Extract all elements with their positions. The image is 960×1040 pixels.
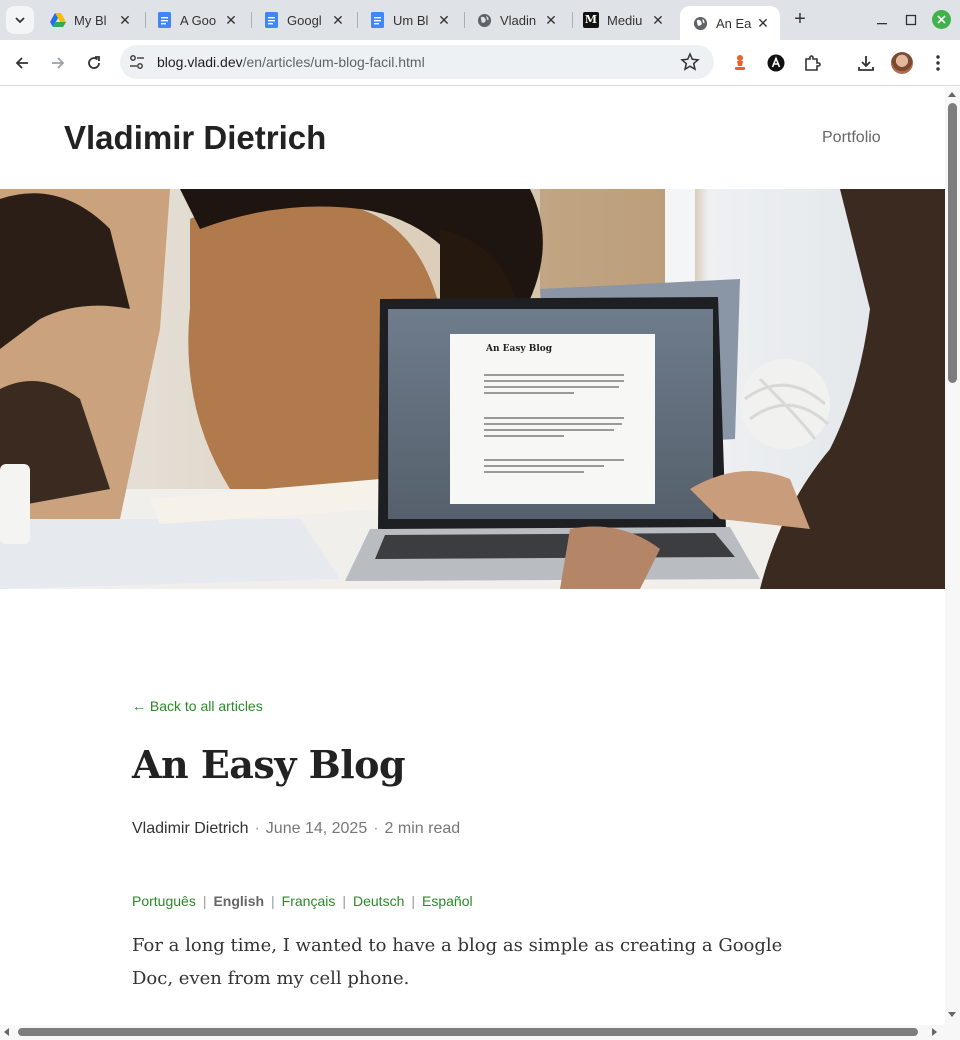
browser-toolbar: blog.vladi.dev/en/articles/um-blog-facil… (0, 40, 960, 86)
new-tab-button[interactable]: + (788, 8, 812, 32)
close-icon (937, 15, 946, 24)
lang-separator: | (342, 893, 346, 909)
scroll-up-arrow[interactable] (948, 92, 956, 97)
close-tab-icon[interactable]: ✕ (329, 11, 347, 29)
google-docs-icon (263, 12, 279, 28)
laptop-doc-title: An Easy Blog (485, 344, 553, 354)
lang-link-french[interactable]: Français (282, 893, 336, 909)
article-meta: Vladimir Dietrich · June 14, 2025 · 2 min re… (132, 820, 460, 838)
lang-link-portuguese[interactable]: Português (132, 893, 196, 909)
tab-um-blog[interactable]: Um Bl ✕ (357, 6, 461, 34)
globe-icon (476, 12, 492, 28)
article-date: June 14, 2025 (265, 820, 368, 837)
site-settings-icon[interactable] (128, 53, 146, 71)
lang-separator: | (202, 893, 207, 909)
tab-title: Googl (287, 12, 322, 28)
scroll-right-arrow[interactable] (932, 1028, 937, 1036)
tab-strip: My Bl ✕ A Goo ✕ Googl ✕ Um Bl ✕ Vladin ✕… (0, 0, 960, 40)
url-path: /en/articles/um-blog-facil.html (242, 54, 425, 70)
tab-google[interactable]: Googl ✕ (251, 6, 355, 34)
vertical-scrollbar[interactable] (945, 87, 960, 1025)
tab-title: Mediu (607, 12, 643, 28)
tab-search-button[interactable] (6, 6, 34, 34)
extension-chess-icon[interactable] (729, 52, 751, 74)
address-bar[interactable]: blog.vladi.dev/en/articles/um-blog-facil… (120, 45, 714, 79)
profile-avatar[interactable] (891, 52, 913, 74)
menu-kebab-icon[interactable] (927, 52, 949, 74)
tab-vladimir[interactable]: Vladin ✕ (464, 6, 568, 34)
arrow-left-icon (15, 57, 28, 69)
lang-current-english: English (213, 893, 265, 909)
article-author: Vladimir Dietrich (132, 820, 249, 837)
lang-separator: | (271, 893, 275, 909)
lang-separator: | (411, 893, 415, 909)
maximize-icon (905, 14, 917, 26)
close-tab-icon[interactable]: ✕ (542, 11, 560, 29)
extension-a-icon[interactable] (765, 52, 787, 74)
hero-image: An Easy Blog (0, 189, 945, 589)
scrollbar-corner (945, 1025, 960, 1040)
meta-separator: · (373, 820, 379, 837)
back-button[interactable] (10, 51, 34, 75)
close-tab-icon[interactable]: ✕ (116, 11, 134, 29)
article-title: An Easy Blog (132, 742, 406, 787)
extensions-puzzle-icon[interactable] (801, 52, 823, 74)
bookmark-star-icon[interactable] (680, 52, 700, 72)
close-window-button[interactable] (932, 10, 951, 29)
google-drive-icon (50, 12, 66, 28)
google-docs-icon (156, 12, 172, 28)
lang-link-german[interactable]: Deutsch (353, 893, 404, 909)
site-title[interactable]: Vladimir Dietrich (64, 119, 326, 157)
reload-icon (88, 56, 100, 69)
tab-title: A Goo (180, 12, 217, 28)
scroll-left-arrow[interactable] (4, 1028, 9, 1036)
medium-icon: M (583, 12, 599, 28)
minimize-button[interactable] (872, 10, 892, 30)
reload-button[interactable] (82, 51, 106, 75)
article-read-time: 2 min read (384, 820, 461, 837)
tab-medium[interactable]: M Mediu ✕ (571, 6, 675, 34)
minimize-icon (877, 23, 887, 25)
tab-title: Um Bl (393, 12, 429, 28)
horizontal-scroll-thumb[interactable] (18, 1028, 918, 1036)
globe-icon (692, 15, 708, 31)
arrow-right-icon (52, 57, 65, 69)
tab-title: My Bl (74, 12, 107, 28)
tab-title: Vladin (500, 12, 537, 28)
close-tab-icon[interactable]: ✕ (435, 11, 453, 29)
vertical-scroll-thumb[interactable] (948, 103, 957, 383)
tab-my-blog[interactable]: My Bl ✕ (38, 6, 142, 34)
chevron-down-icon (15, 17, 25, 24)
hero-photo-illustration: An Easy Blog (0, 189, 945, 589)
maximize-button[interactable] (901, 10, 921, 30)
lang-link-spanish[interactable]: Español (422, 893, 473, 909)
article-intro-paragraph: For a long time, I wanted to have a blog… (132, 935, 783, 989)
forward-button[interactable] (46, 51, 70, 75)
page-viewport: Vladimir Dietrich Portfolio An Easy Blog… (0, 87, 945, 1025)
horizontal-scrollbar[interactable] (0, 1025, 945, 1040)
tab-a-google[interactable]: A Goo ✕ (144, 6, 248, 34)
language-switcher: Português | English | Français | Deutsch | Españ… (132, 893, 473, 909)
scroll-down-arrow[interactable] (948, 1012, 956, 1017)
back-to-articles-link[interactable]: ← Back to all articles (132, 698, 263, 714)
url-text[interactable]: blog.vladi.dev/en/articles/um-blog-facil… (157, 54, 425, 70)
tab-title: An Ea (716, 15, 752, 31)
close-tab-icon[interactable]: ✕ (649, 11, 667, 29)
nav-portfolio-link[interactable]: Portfolio (822, 129, 881, 147)
meta-separator: · (254, 820, 260, 837)
tab-an-easy-blog[interactable]: An Ea ✕ (680, 6, 780, 40)
close-tab-icon[interactable]: ✕ (222, 11, 240, 29)
google-docs-icon (369, 12, 385, 28)
url-host: blog.vladi.dev (157, 54, 243, 70)
download-icon[interactable] (855, 52, 877, 74)
close-tab-icon[interactable]: ✕ (754, 14, 772, 32)
